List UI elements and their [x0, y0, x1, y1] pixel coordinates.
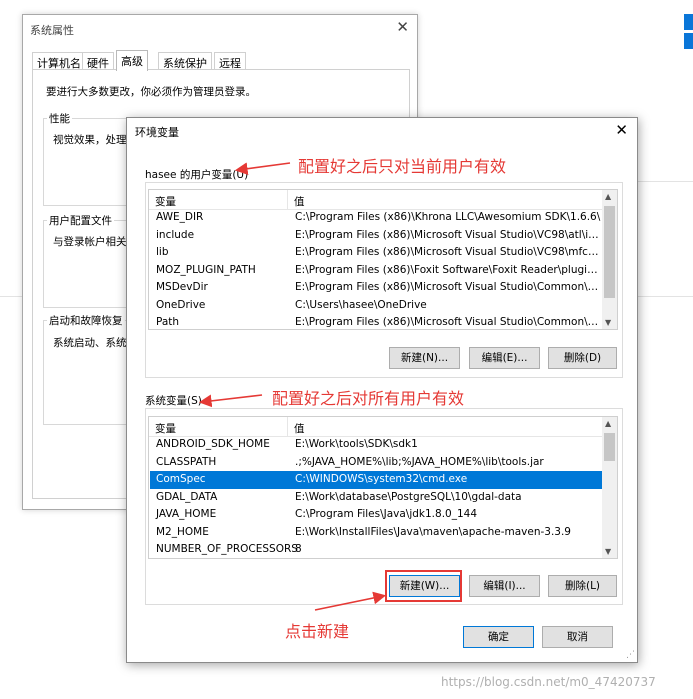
- arrow-system-note: [198, 394, 263, 408]
- watermark: https://blog.csdn.net/m0_47420737: [441, 675, 656, 689]
- annotation-arrows: [198, 162, 387, 611]
- arrow-user-note: [234, 162, 291, 176]
- annotation-system-note: 配置好之后对所有用户有效: [272, 389, 465, 408]
- annotation-click-note: 点击新建: [285, 622, 350, 641]
- tab-advanced[interactable]: 高级: [116, 50, 148, 71]
- annotation-user-note: 配置好之后只对当前用户有效: [298, 157, 507, 176]
- arrow-click-note: [314, 591, 387, 611]
